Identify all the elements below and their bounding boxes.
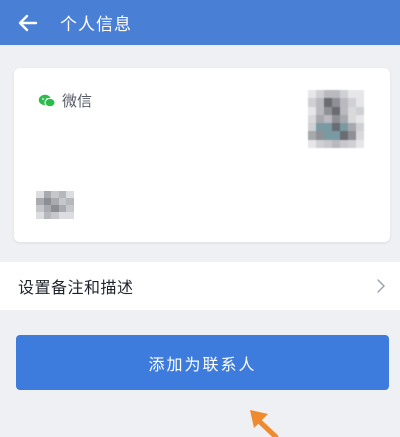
- wechat-icon: [38, 94, 56, 107]
- tutorial-arrow-icon: [250, 410, 279, 437]
- profile-card: 微信: [14, 68, 390, 242]
- set-remark-label: 设置备注和描述: [18, 278, 134, 297]
- contact-info-screen: 个人信息 微信 设置备注和描述 添加为联系人: [0, 0, 400, 437]
- chevron-right-icon: [377, 279, 385, 293]
- arrow-left-icon: [18, 14, 38, 31]
- add-contact-button[interactable]: 添加为联系人: [16, 335, 389, 390]
- source-row: 微信: [38, 90, 92, 111]
- avatar[interactable]: [308, 90, 364, 149]
- page-title: 个人信息: [60, 15, 132, 35]
- source-label: 微信: [62, 92, 93, 110]
- back-button[interactable]: [8, 0, 48, 45]
- set-remark-row[interactable]: 设置备注和描述: [0, 262, 400, 310]
- app-header: 个人信息: [0, 0, 400, 45]
- contact-name-blurred: [36, 191, 74, 219]
